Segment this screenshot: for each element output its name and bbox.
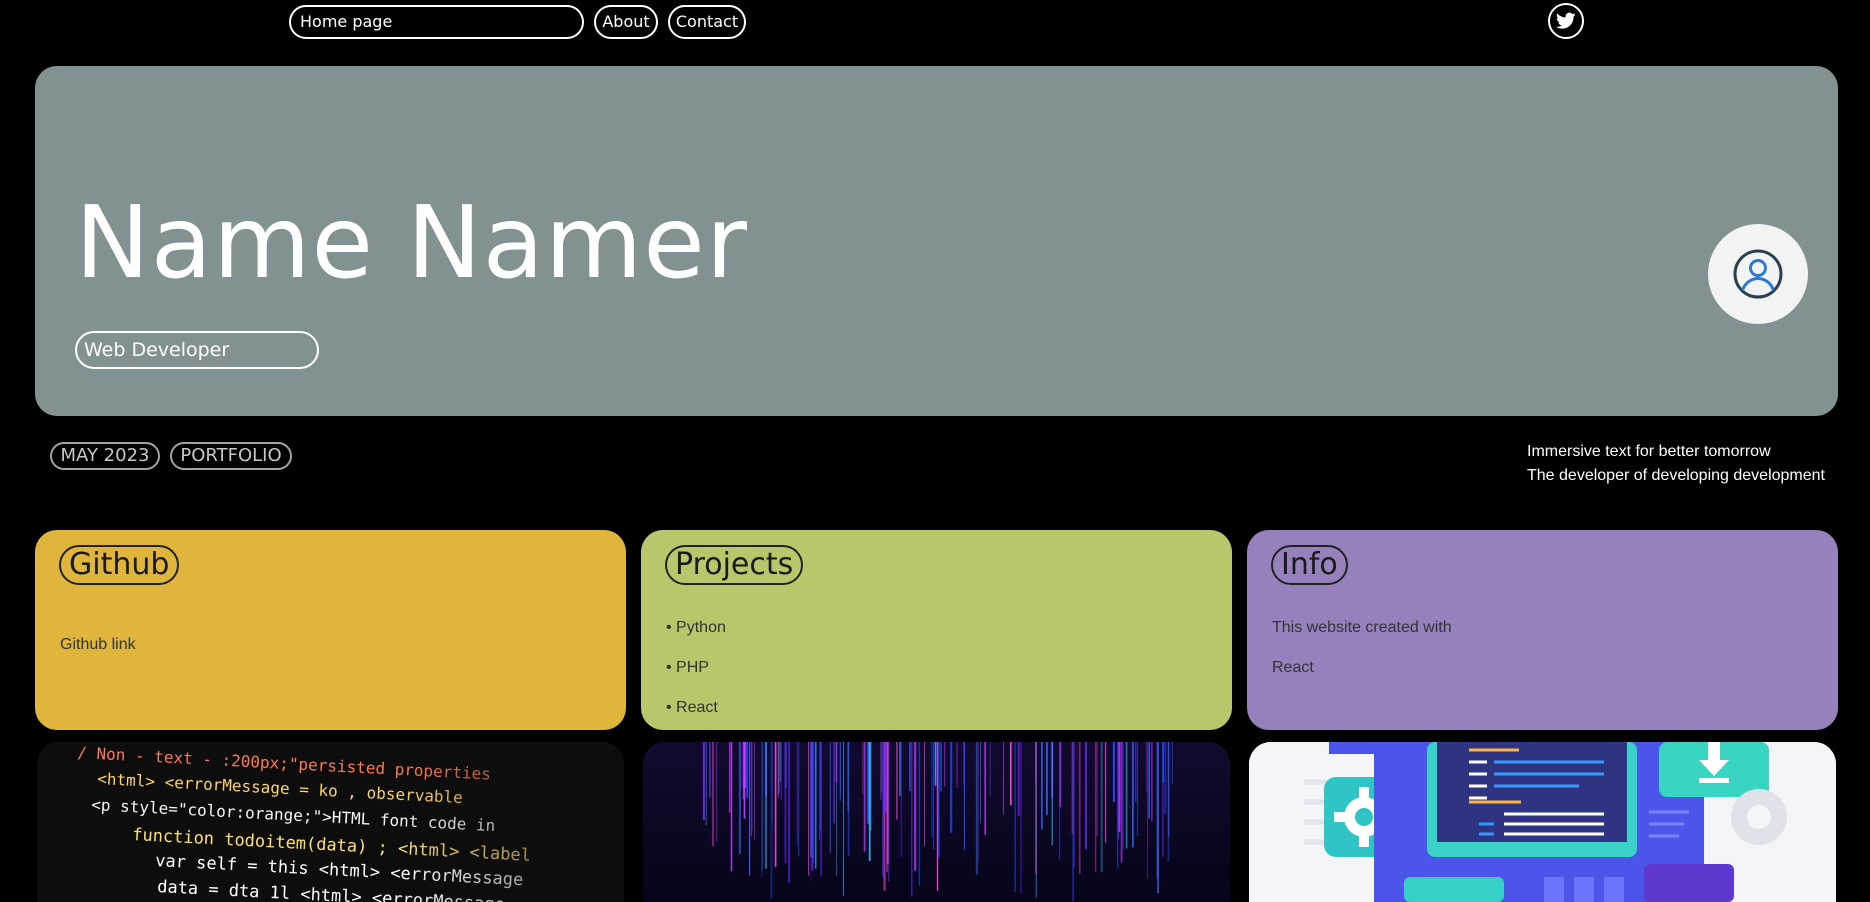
- home-page-input[interactable]: Home page: [289, 5, 584, 39]
- info-text-line-2: React: [1272, 659, 1314, 676]
- twitter-icon[interactable]: [1548, 3, 1584, 39]
- developer-illustration-image: [1249, 742, 1836, 902]
- github-card: Github Github link: [35, 530, 626, 730]
- about-button[interactable]: About: [594, 5, 658, 39]
- hero-name-title: Name Namer: [75, 184, 748, 301]
- tagline-line-1: Immersive text for better tomorrow: [1527, 443, 1771, 460]
- project-item: • Python: [666, 619, 726, 636]
- user-outline-icon: [1733, 249, 1783, 299]
- digital-rain-graphic: [643, 742, 1230, 902]
- code-screenshot-image: / Non - text - :200px;"persisted propert…: [37, 742, 624, 902]
- role-badge: Web Developer: [75, 331, 319, 369]
- project-item: • React: [666, 699, 718, 716]
- twitter-bird-icon: [1556, 12, 1576, 29]
- tagline-line-2: The developer of developing development: [1527, 467, 1825, 484]
- date-tag: MAY 2023: [50, 442, 160, 470]
- github-card-title: Github: [59, 545, 180, 585]
- code-lines-graphic: / Non - text - :200px;"persisted propert…: [37, 742, 624, 902]
- user-avatar-icon[interactable]: [1708, 224, 1808, 324]
- hero-banner: Name Namer Web Developer: [35, 66, 1838, 416]
- developer-illustration-graphic: [1249, 742, 1836, 902]
- info-card-title: Info: [1271, 545, 1348, 585]
- projects-card: Projects • Python • PHP • React: [641, 530, 1232, 730]
- info-text-line-1: This website created with: [1272, 619, 1452, 636]
- contact-button[interactable]: Contact: [668, 5, 746, 39]
- project-item: • PHP: [666, 659, 709, 676]
- digital-rain-image: [643, 742, 1230, 902]
- github-link[interactable]: Github link: [60, 636, 136, 654]
- info-card: Info This website created with React: [1247, 530, 1838, 730]
- portfolio-tag: PORTFOLIO: [170, 442, 292, 470]
- projects-card-title: Projects: [665, 545, 804, 585]
- top-nav: Home page About Contact: [0, 0, 1870, 44]
